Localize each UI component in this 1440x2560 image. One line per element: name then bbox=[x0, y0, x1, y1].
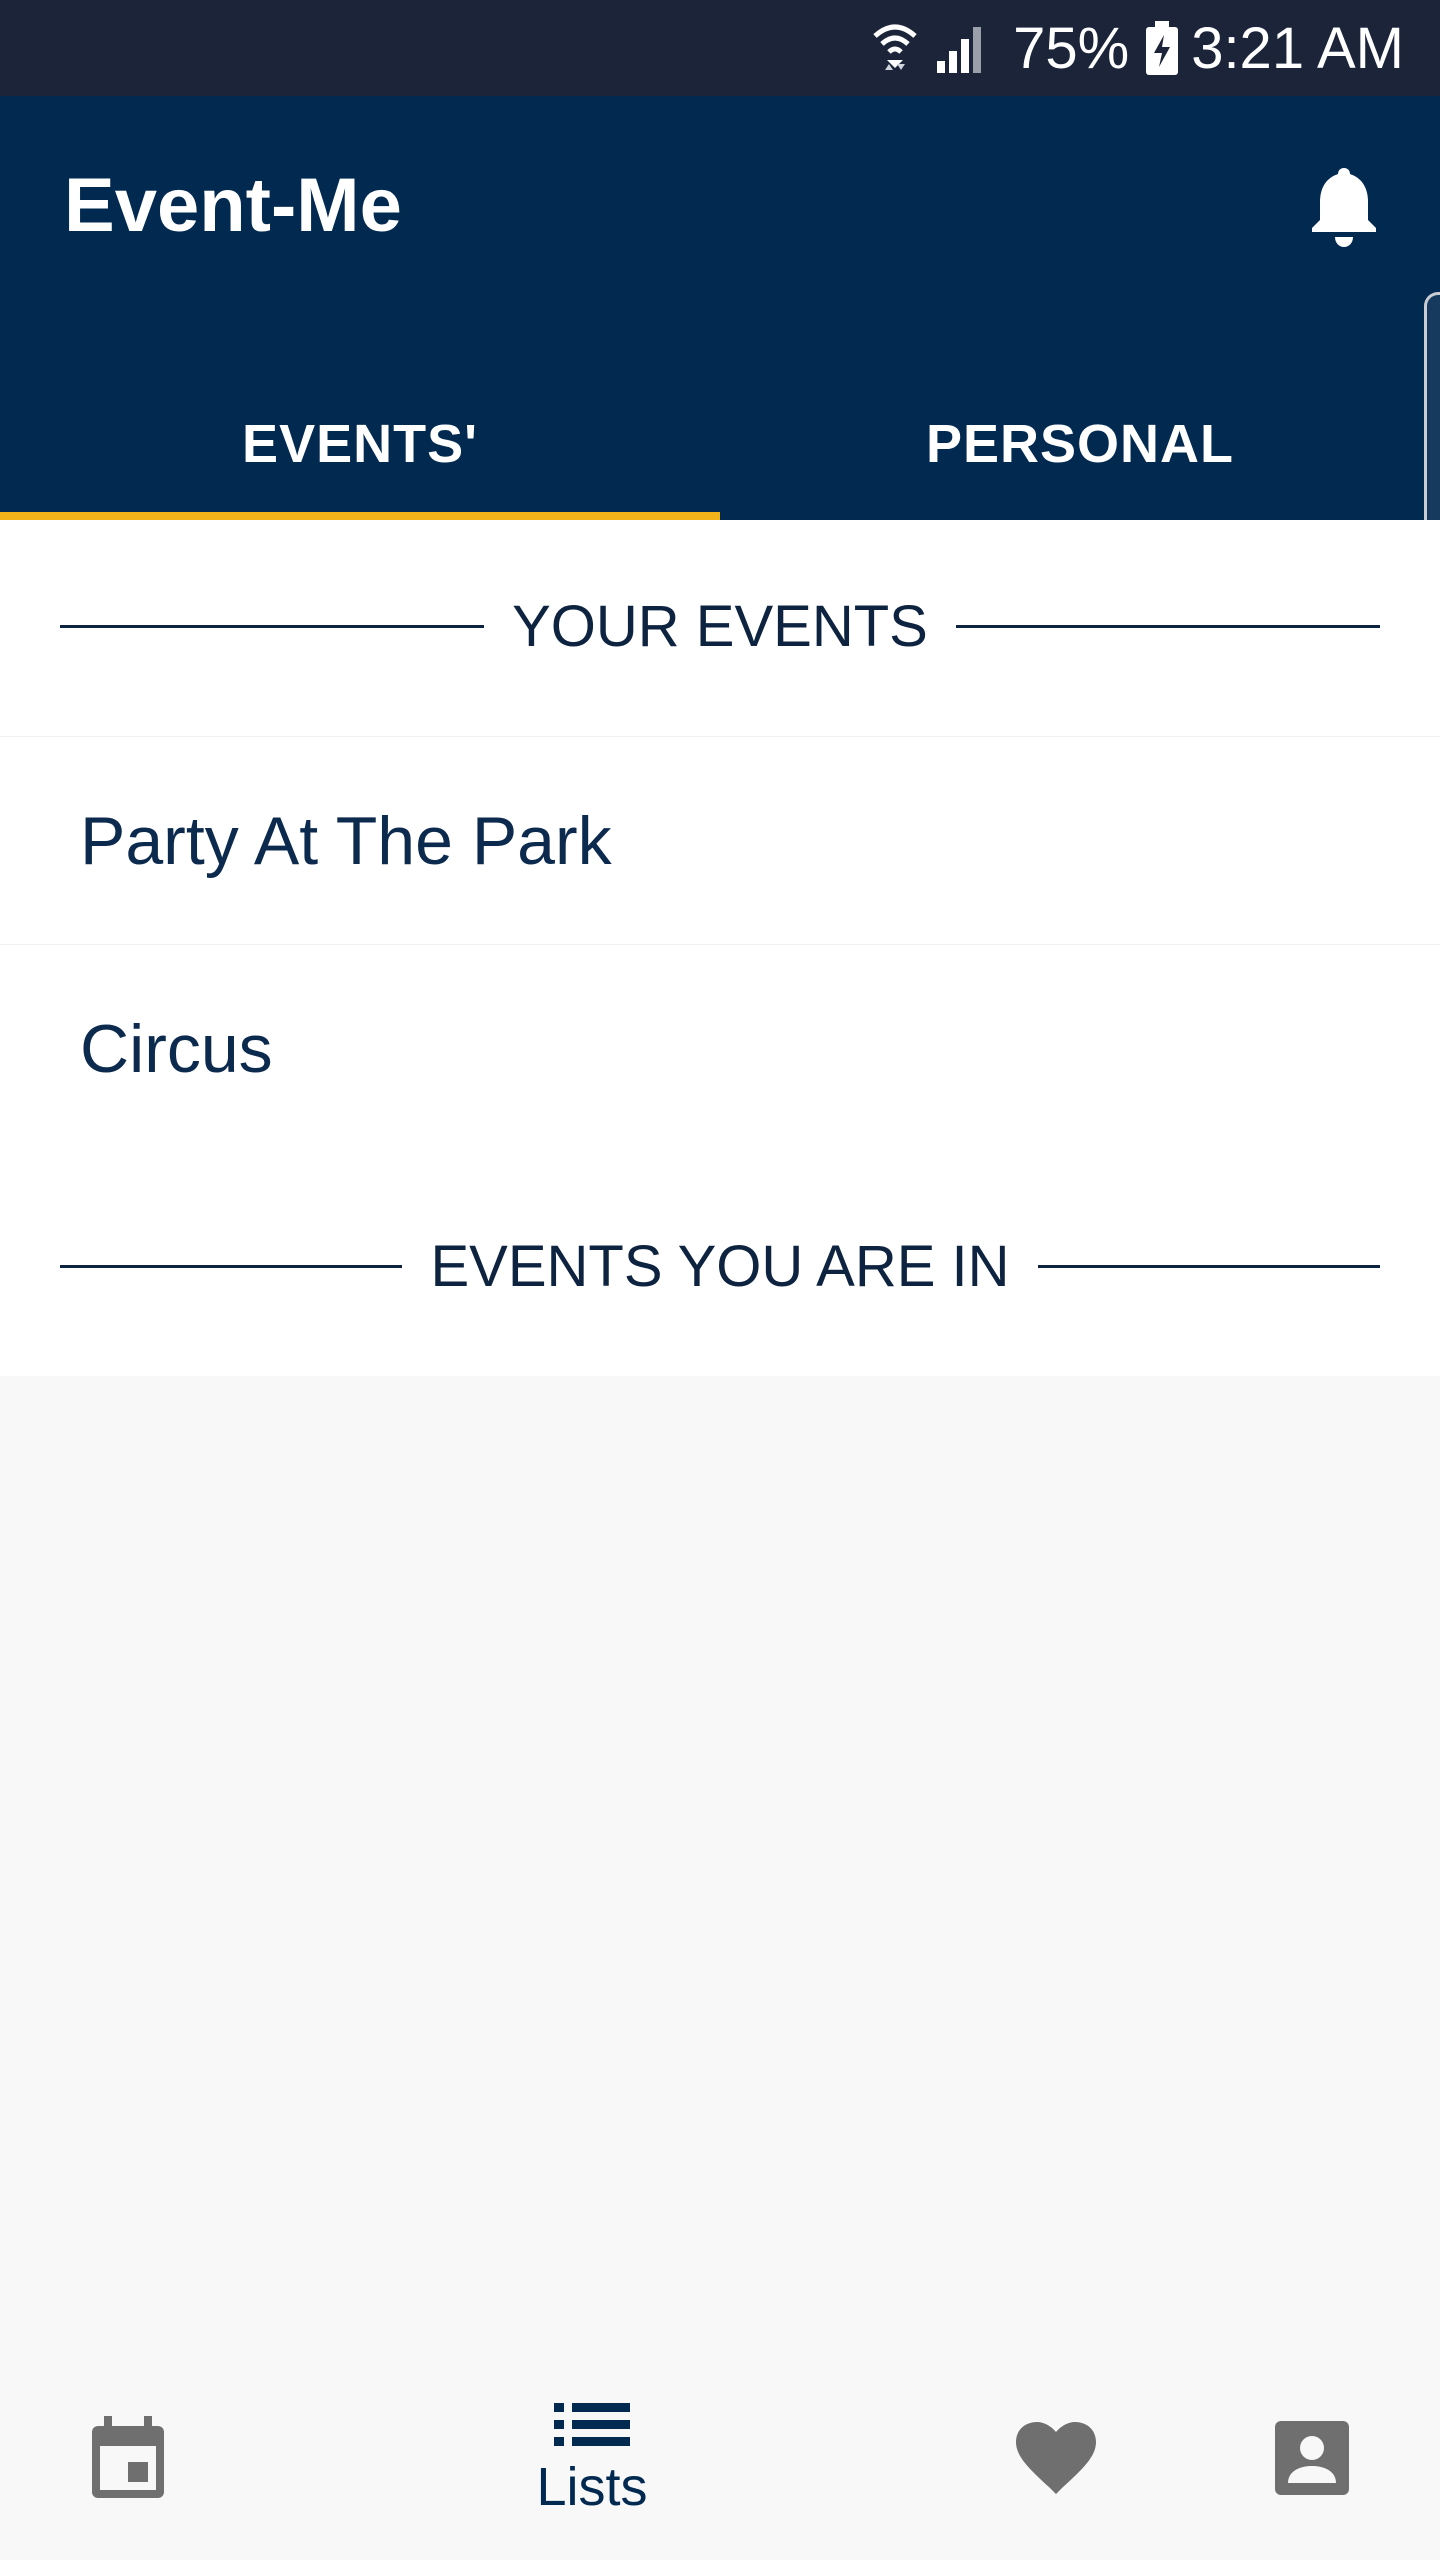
section-title: EVENTS YOU ARE IN bbox=[430, 1233, 1010, 1299]
tab-indicator bbox=[0, 512, 720, 520]
divider-line bbox=[1037, 1264, 1380, 1268]
battery-percent: 75% bbox=[1013, 15, 1130, 81]
divider-line bbox=[60, 624, 485, 628]
edge-panel-handle[interactable] bbox=[1424, 292, 1440, 548]
nav-profile[interactable] bbox=[1232, 2360, 1392, 2560]
app-bar: Event-Me EVENTS' PERSONAL bbox=[0, 96, 1440, 520]
wifi-icon bbox=[871, 20, 919, 76]
calendar-icon bbox=[88, 2415, 168, 2505]
list-item[interactable]: Circus bbox=[0, 944, 1440, 1152]
nav-lists[interactable]: Lists bbox=[492, 2360, 692, 2560]
divider-line bbox=[60, 1264, 403, 1268]
cell-signal-icon bbox=[935, 23, 989, 73]
tab-events[interactable]: EVENTS' bbox=[0, 376, 720, 520]
app-title: Event-Me bbox=[64, 163, 402, 248]
section-title: YOUR EVENTS bbox=[512, 593, 928, 659]
tab-personal[interactable]: PERSONAL bbox=[720, 376, 1440, 520]
clock: 3:21 AM bbox=[1191, 15, 1404, 81]
nav-calendar[interactable] bbox=[48, 2360, 208, 2560]
nav-lists-label: Lists bbox=[536, 2456, 648, 2517]
list-icon bbox=[554, 2402, 630, 2452]
events-list: YOUR EVENTS Party At The Park Circus EVE… bbox=[0, 520, 1440, 1376]
battery-charging-icon bbox=[1145, 21, 1179, 75]
divider-line bbox=[955, 624, 1380, 628]
status-bar: 75% 3:21 AM bbox=[0, 0, 1440, 96]
bell-icon[interactable] bbox=[1300, 162, 1388, 250]
heart-icon bbox=[1014, 2420, 1098, 2501]
list-item[interactable]: Party At The Park bbox=[0, 736, 1440, 944]
bottom-navigation: Lists bbox=[0, 2360, 1440, 2560]
profile-icon bbox=[1275, 2420, 1349, 2500]
your-events-header: YOUR EVENTS bbox=[60, 576, 1380, 676]
nav-favorites[interactable] bbox=[976, 2360, 1136, 2560]
events-you-are-in-header: EVENTS YOU ARE IN bbox=[60, 1216, 1380, 1316]
